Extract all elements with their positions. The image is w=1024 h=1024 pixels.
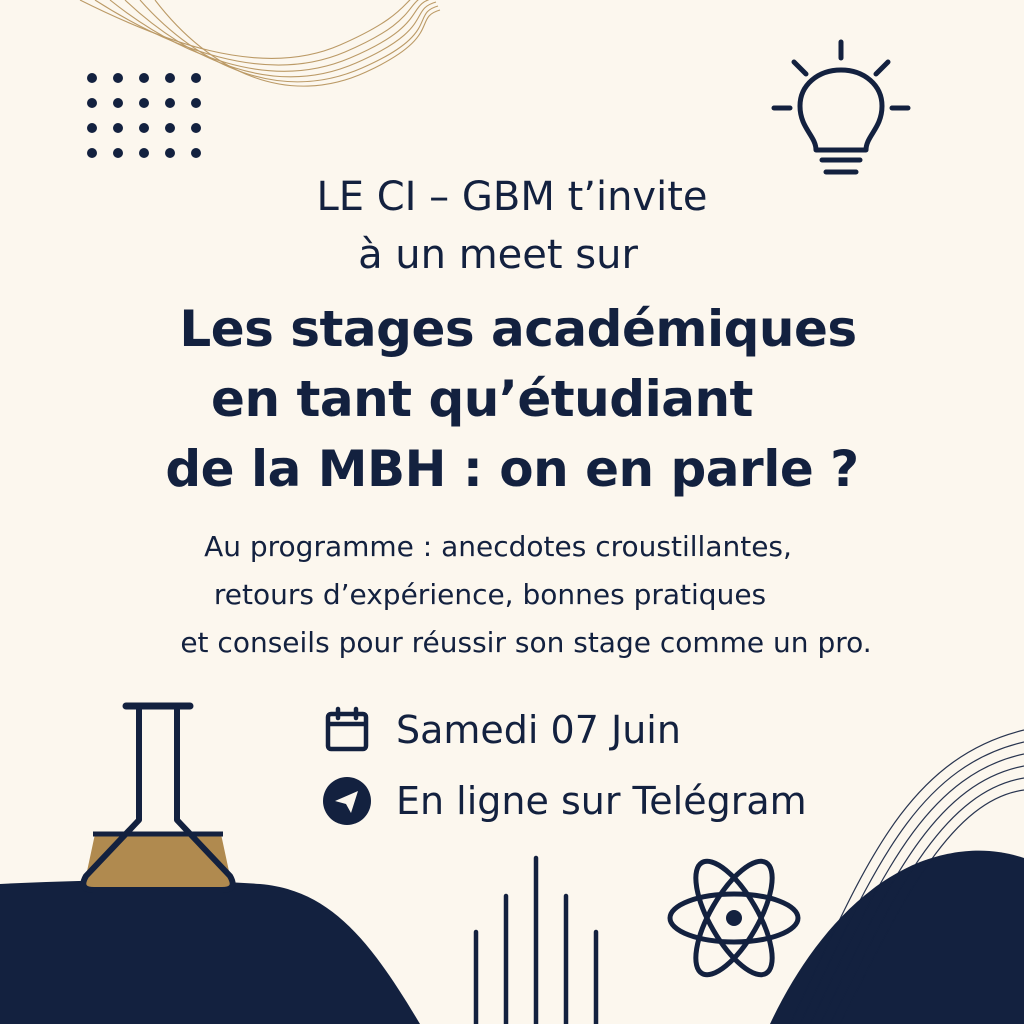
top-wave-lines [79,0,441,87]
dot [87,148,97,158]
event-platform: En ligne sur Telégram [396,779,807,823]
dot [139,123,149,133]
dot [191,123,201,133]
telegram-icon [323,777,371,825]
dot [87,98,97,108]
dot [191,98,201,108]
dot [191,148,201,158]
dots-grid-icon [87,73,201,158]
invite-line-1: LE CI – GBM t’invite [316,174,708,220]
program-line-1: Au programme : anecdotes croustillantes, [204,530,792,563]
event-platform-row: En ligne sur Telégram [322,776,807,826]
flask-icon [80,702,236,893]
waveform-lines-icon [473,855,599,1024]
dot [165,148,175,158]
event-date-row: Samedi 07 Juin [322,705,681,755]
dot [113,148,123,158]
dot [87,123,97,133]
headline-line-3: de la MBH : on en parle ? [165,440,859,498]
lightbulb-icon [771,39,911,175]
dot [191,73,201,83]
bottom-left-hill [0,880,420,1024]
dot [113,123,123,133]
poster: LE CI – GBM t’invite à un meet sur Les s… [0,0,1024,1024]
dot [113,73,123,83]
dot [113,98,123,108]
calendar-icon [325,706,369,752]
dot [139,73,149,83]
headline-line-2: en tant qu’étudiant [211,370,753,428]
invite-line-2: à un meet sur [358,232,638,278]
headline-line-1: Les stages académiques [179,300,857,358]
dot [165,73,175,83]
dot [139,148,149,158]
dot [87,73,97,83]
bottom-right-hill [770,850,1024,1024]
atom-icon [667,858,801,978]
dot [139,98,149,108]
dot [165,123,175,133]
program-line-3: et conseils pour réussir son stage comme… [180,626,872,659]
event-date: Samedi 07 Juin [396,708,681,752]
dot [165,98,175,108]
background-decorations [0,0,1024,1024]
program-line-2: retours d’expérience, bonnes pratiques [213,578,767,611]
